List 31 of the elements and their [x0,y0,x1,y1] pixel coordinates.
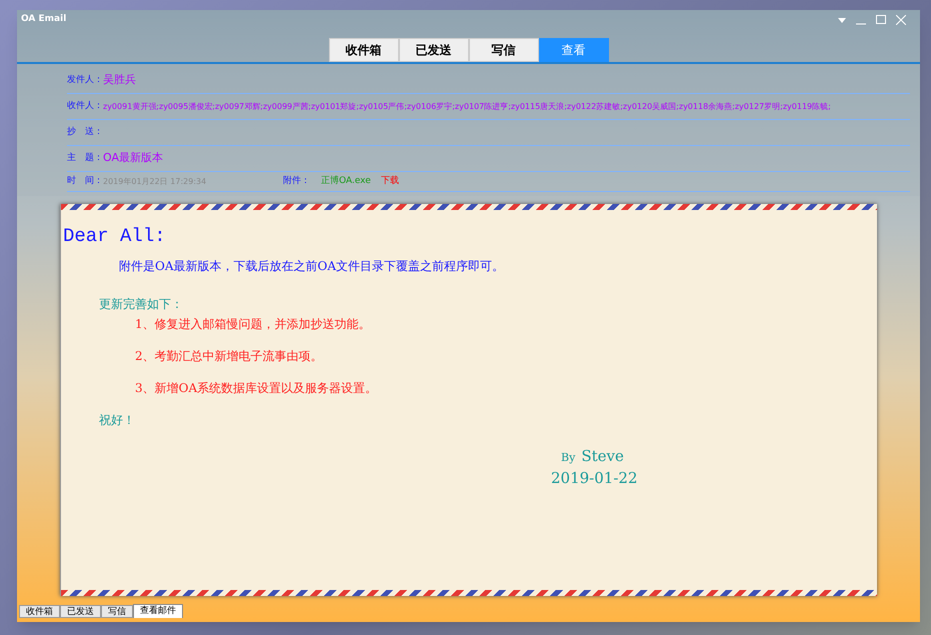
tab[interactable]: 已发送 [60,605,101,618]
tab[interactable]: 收件箱 [328,38,398,62]
maximize-icon[interactable] [876,15,886,25]
tab[interactable]: 已发送 [398,38,468,62]
attachment-label: 附件： [283,174,311,188]
author-name: Steve [581,446,624,466]
update-item: 3、新增OA系统数据库设置以及服务器设置。 [135,380,378,396]
field-label: 时 间： [67,174,103,188]
letter-date: 2019-01-22 [551,468,638,489]
field-value: zy0091黄开强;zy0095潘俊宏;zy0097邓辉;zy0099严茜;zy0101郑旋;zy0105严伟;zy0106罗宇;zy0107陈进亨;zy0115唐天浪;zy0122苏建敏;zy0120吴威国;zy0118余海燕;zy0127罗明;zy0119陈毓; [103,100,831,112]
tab[interactable]: 写信 [101,605,133,618]
greeting: Dear All: [63,224,167,249]
tab[interactable]: 收件箱 [19,605,60,618]
tab[interactable]: 查看邮件 [133,604,183,618]
close-icon[interactable] [896,15,906,25]
closing: 祝好！ [99,412,136,428]
update-item: 1、修复进入邮箱慢问题，并添加抄送功能。 [135,316,372,332]
by-label: By [561,450,576,466]
field-label: 收件人： [67,100,103,113]
list-heading: 更新完善如下： [99,296,184,312]
tab[interactable]: 写信 [468,38,538,62]
field-label: 主 题： [67,152,103,165]
update-item: 2、考勤汇总中新增电子流事由项。 [135,348,324,364]
field-label: 抄 送： [67,126,103,139]
attachment-name: 正博OA.exe [321,174,371,188]
intro-paragraph: 附件是OA最新版本，下载后放在之前OA文件目录下覆盖之前程序即可。 [119,258,506,274]
field-value: OA最新版本 [103,150,163,166]
field-value: 吴胜兵 [103,72,136,88]
window-title: OA Email [21,13,66,26]
dropdown-caret-icon[interactable] [838,18,846,22]
field-label: 发件人： [67,74,103,87]
